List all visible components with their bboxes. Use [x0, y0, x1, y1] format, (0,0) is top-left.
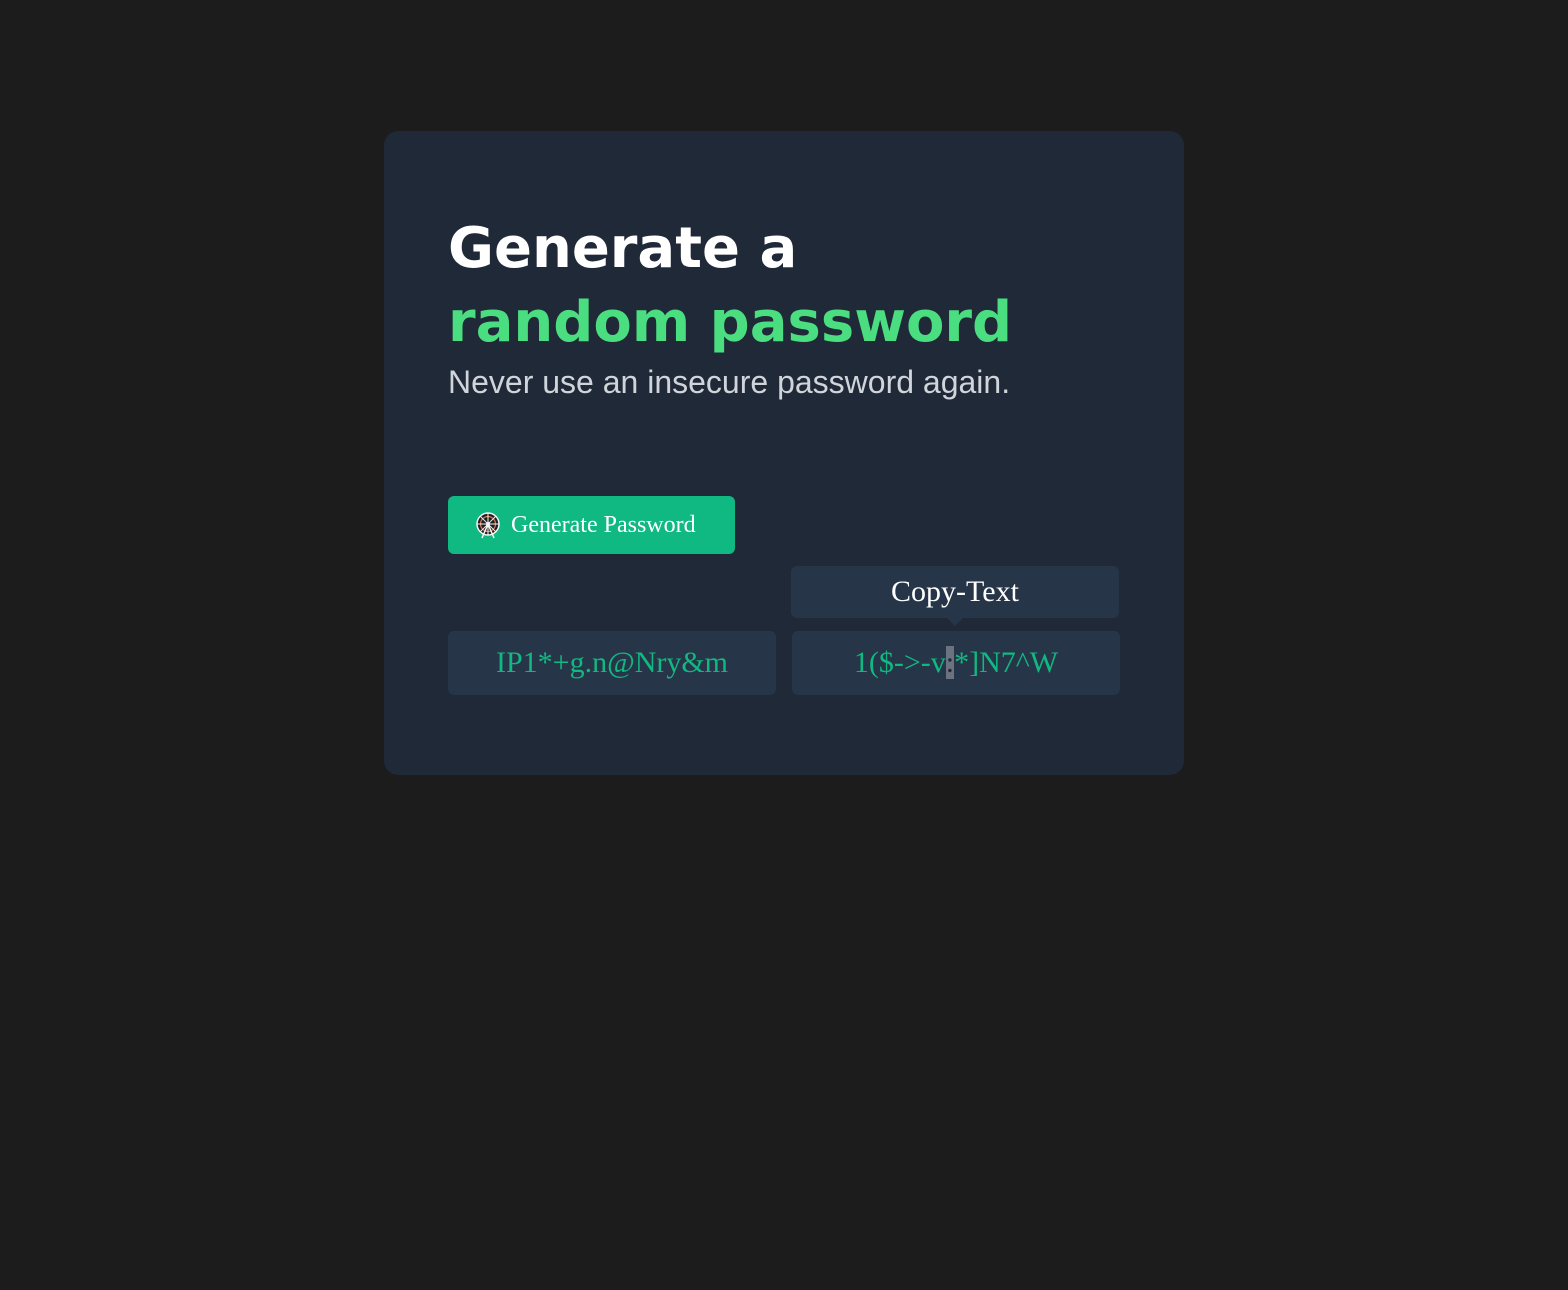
page-title-line1: Generate a	[448, 216, 798, 281]
generate-password-button[interactable]: Generate Password	[448, 496, 735, 554]
password-text-2-part2: *]N7^W	[954, 646, 1059, 679]
copy-text-tooltip: Copy-Text	[791, 566, 1119, 618]
password-text-2: 1($->-v:*]N7^W	[854, 646, 1058, 680]
password-generator-card: Generate a random password Never use an …	[384, 131, 1184, 775]
password-text-1: IP1*+g.n@Nry&m	[495, 646, 729, 679]
tooltip-label: Copy-Text	[891, 575, 1019, 608]
text-cursor: :	[945, 646, 955, 679]
password-text-2-part1: 1($->-v	[853, 646, 946, 679]
generate-password-label: Generate Password	[511, 511, 696, 538]
page-title-highlight: random password	[448, 290, 1013, 355]
password-output-1[interactable]: IP1*+g.n@Nry&m	[448, 631, 776, 695]
password-output-2[interactable]: 1($->-v:*]N7^W	[792, 631, 1120, 695]
ferris-wheel-icon	[474, 511, 502, 539]
page-subtitle: Never use an insecure password again.	[448, 364, 1011, 400]
